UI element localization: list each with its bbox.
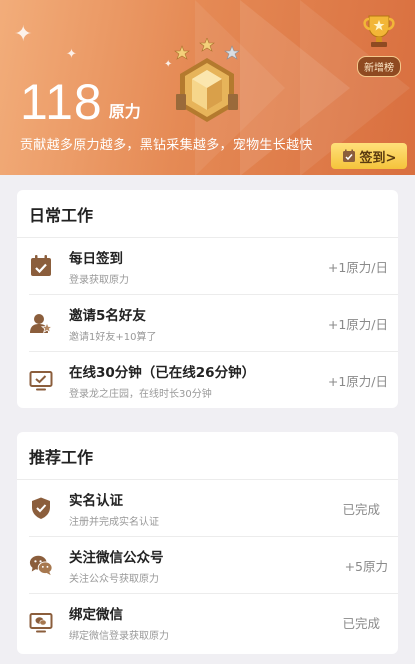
task-row-real-name[interactable]: 实名认证 注册并完成实名认证 已完成 xyxy=(29,480,398,537)
task-title: 每日签到 xyxy=(69,250,123,267)
rank-board-button[interactable]: 新增榜 xyxy=(351,12,407,77)
task-reward: 已完成 xyxy=(342,501,380,517)
task-desc: 绑定微信登录获取原力 xyxy=(69,631,169,642)
points-display: 118 原力 xyxy=(20,74,141,130)
task-row-daily-signin[interactable]: 每日签到 登录获取原力 +1原力/日 xyxy=(29,238,398,295)
daily-tasks-card: 日常工作 每日签到 登录获取原力 +1原力/日 邀请5名好友 邀请1好友+10算… xyxy=(17,190,398,408)
task-title: 实名认证 xyxy=(69,492,123,509)
task-row-follow-wechat[interactable]: 关注微信公众号 关注公众号获取原力 +5原力 xyxy=(29,537,398,594)
calendar-check-icon xyxy=(29,254,53,278)
sparkle-icon: ✦ xyxy=(66,47,77,62)
task-row-bind-wechat[interactable]: 绑定微信 绑定微信登录获取原力 已完成 xyxy=(29,594,398,651)
task-desc: 注册并完成实名认证 xyxy=(69,516,159,528)
recommended-tasks-title: 推荐工作 xyxy=(17,432,398,480)
user-star-icon xyxy=(29,311,53,335)
shield-check-icon xyxy=(29,496,53,520)
task-reward: +1原力/日 xyxy=(327,259,388,275)
trophy-icon xyxy=(363,15,395,47)
points-unit: 原力 xyxy=(108,102,141,121)
task-row-invite-friends[interactable]: 邀请5名好友 邀请1好友+10算了 +1原力/日 xyxy=(29,295,398,352)
signin-button[interactable]: 签到> xyxy=(331,143,407,169)
task-row-online-30min[interactable]: 在线30分钟（已在线26分钟） 登录龙之庄园，在线时长30分钟 +1原力/日 xyxy=(29,352,398,409)
task-desc: 登录获取原力 xyxy=(69,274,129,286)
task-title: 关注微信公众号 xyxy=(69,549,164,566)
task-title: 绑定微信 xyxy=(69,607,123,623)
task-reward: +5原力 xyxy=(344,558,388,574)
task-desc: 关注公众号获取原力 xyxy=(69,573,159,585)
task-title: 在线30分钟（已在线26分钟） xyxy=(69,365,256,381)
sparkle-icon: ✦ xyxy=(14,22,33,47)
monitor-check-icon xyxy=(29,369,53,393)
rank-board-label: 新增榜 xyxy=(357,56,401,77)
daily-tasks-title: 日常工作 xyxy=(17,190,398,238)
calendar-icon xyxy=(342,149,355,162)
recommended-tasks-card: 推荐工作 实名认证 注册并完成实名认证 已完成 关注微信公众号 关注公众号获取原… xyxy=(17,432,398,654)
wechat-icon xyxy=(29,553,53,577)
task-reward: +1原力/日 xyxy=(327,316,388,332)
hero-banner: ✦ ✦ ✦ 118 原力 贡献越多原力越多，黑钻采集越多，宠物生长越快 新增榜 … xyxy=(0,0,415,175)
task-reward: 已完成 xyxy=(342,616,380,631)
points-value: 118 xyxy=(20,74,103,130)
task-desc: 邀请1好友+10算了 xyxy=(69,331,157,343)
task-title: 邀请5名好友 xyxy=(69,307,146,324)
level-badge-icon[interactable] xyxy=(170,37,244,128)
monitor-wechat-icon xyxy=(29,611,53,635)
signin-label: 签到> xyxy=(359,150,397,166)
task-reward: +1原力/日 xyxy=(327,374,388,389)
task-desc: 登录龙之庄园，在线时长30分钟 xyxy=(69,389,212,400)
slogan-text: 贡献越多原力越多，黑钻采集越多，宠物生长越快 xyxy=(20,138,313,153)
